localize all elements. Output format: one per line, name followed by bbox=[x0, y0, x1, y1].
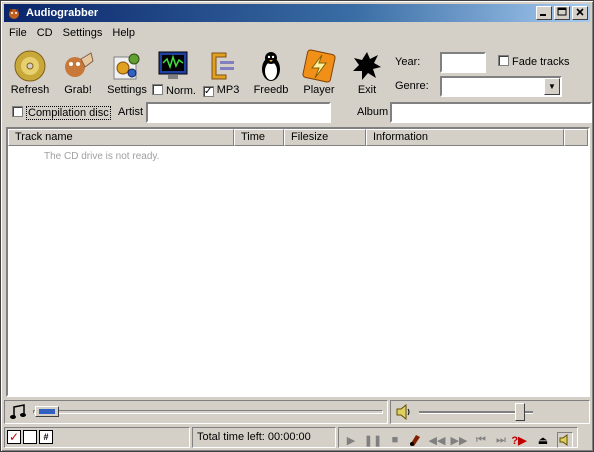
menu-file[interactable]: File bbox=[4, 27, 32, 39]
compilation-checkbox[interactable] bbox=[12, 106, 23, 117]
fast-forward-icon[interactable]: ▶▶ bbox=[451, 432, 468, 448]
freedb-button[interactable]: Freedb bbox=[250, 49, 292, 96]
clamp-icon bbox=[211, 52, 234, 80]
exit-splat-icon bbox=[353, 52, 381, 80]
position-slider-thumb[interactable] bbox=[35, 406, 59, 417]
selection-panel: ✓ # bbox=[4, 427, 190, 448]
total-time-text: Total time left: 00:00:00 bbox=[197, 431, 311, 443]
total-time-panel: Total time left: 00:00:00 bbox=[192, 427, 336, 448]
grab-button[interactable]: Grab! bbox=[58, 49, 98, 96]
maximize-button[interactable] bbox=[554, 6, 570, 20]
position-volume-row bbox=[4, 399, 592, 425]
pause-icon[interactable]: ❚❚ bbox=[364, 432, 382, 448]
empty-message: The CD drive is not ready. bbox=[44, 151, 160, 162]
volume-panel bbox=[390, 400, 590, 424]
close-button[interactable] bbox=[572, 6, 588, 20]
compilation-label: Compilation disc bbox=[26, 106, 111, 120]
norm-label: Norm. bbox=[166, 85, 196, 97]
title-bar[interactable]: Audiograbber bbox=[4, 4, 590, 22]
mp3-checkbox[interactable]: ✓ bbox=[202, 86, 214, 97]
freedb-label: Freedb bbox=[253, 84, 289, 96]
refresh-label: Refresh bbox=[10, 84, 50, 96]
column-filesize[interactable]: Filesize bbox=[284, 129, 366, 146]
monitor-waveform-icon bbox=[158, 51, 188, 79]
rewind-icon[interactable]: ◀◀ bbox=[429, 432, 446, 448]
compilation-option[interactable]: Compilation disc bbox=[12, 106, 111, 120]
genre-select[interactable]: ▼ bbox=[440, 76, 562, 97]
menu-settings[interactable]: Settings bbox=[58, 27, 108, 39]
mute-speaker-icon[interactable] bbox=[557, 432, 573, 448]
previous-track-icon[interactable]: ⏮ bbox=[473, 432, 489, 448]
track-list-header: Track name Time Filesize Information bbox=[8, 129, 588, 146]
year-label: Year: bbox=[395, 56, 421, 68]
stop-icon[interactable]: ■ bbox=[387, 432, 403, 448]
album-input[interactable] bbox=[390, 102, 592, 123]
grab-label: Grab! bbox=[64, 84, 92, 96]
next-track-icon[interactable]: ⏭ bbox=[493, 432, 509, 448]
cd-icon bbox=[14, 50, 46, 82]
uncheck-all-icon[interactable] bbox=[23, 430, 37, 444]
audiograbber-window: Audiograbber File CD Settings Help Refre… bbox=[0, 0, 594, 452]
position-track bbox=[33, 410, 383, 414]
player-label: Player bbox=[303, 84, 335, 96]
status-bar: ✓ # Total time left: 00:00:00 ▶ ❚❚ ■ ◀◀ … bbox=[4, 426, 592, 449]
winamp-bolt-icon bbox=[302, 49, 336, 83]
grab-track-icon[interactable] bbox=[407, 432, 423, 448]
chevron-down-icon[interactable]: ▼ bbox=[544, 78, 560, 95]
norm-checkbox[interactable] bbox=[152, 84, 163, 95]
player-button[interactable]: Player bbox=[300, 49, 338, 96]
normalize-toggle[interactable]: Norm. bbox=[152, 49, 196, 97]
year-input[interactable] bbox=[440, 52, 486, 73]
fade-tracks-checkbox[interactable] bbox=[498, 55, 509, 66]
fade-tracks-option[interactable]: Fade tracks bbox=[498, 55, 569, 68]
menu-help[interactable]: Help bbox=[107, 27, 140, 39]
menu-cd[interactable]: CD bbox=[32, 27, 58, 39]
fade-tracks-label: Fade tracks bbox=[512, 56, 570, 68]
menu-bar: File CD Settings Help bbox=[4, 23, 140, 42]
mp3-toggle[interactable]: ✓ MP3 bbox=[200, 49, 242, 97]
settings-label: Settings bbox=[107, 84, 147, 96]
column-track-name[interactable]: Track name bbox=[8, 129, 234, 146]
artist-label: Artist bbox=[118, 106, 144, 118]
penguin-icon bbox=[262, 52, 280, 81]
genre-label: Genre: bbox=[395, 80, 429, 92]
random-play-icon[interactable]: ?▶ bbox=[511, 432, 527, 448]
grab-hand-icon bbox=[65, 52, 94, 77]
check-all-icon[interactable]: ✓ bbox=[7, 430, 21, 444]
music-notes-icon bbox=[10, 404, 26, 419]
volume-slider-thumb[interactable] bbox=[515, 403, 525, 421]
refresh-button[interactable]: Refresh bbox=[8, 49, 52, 96]
settings-gears-icon bbox=[113, 53, 140, 80]
column-time[interactable]: Time bbox=[234, 129, 284, 146]
column-filler bbox=[564, 129, 588, 146]
track-list[interactable]: Track name Time Filesize Information The… bbox=[6, 127, 590, 397]
column-information[interactable]: Information bbox=[366, 129, 564, 146]
exit-label: Exit bbox=[357, 84, 377, 96]
toolbar: Refresh Grab! Settings Norm. ✓ MP3 Freedb… bbox=[4, 45, 592, 99]
position-panel bbox=[4, 400, 388, 424]
mp3-label: MP3 bbox=[216, 84, 240, 96]
app-icon bbox=[6, 6, 22, 20]
minimize-button[interactable] bbox=[536, 6, 552, 20]
player-controls-panel: ▶ ❚❚ ■ ◀◀ ▶▶ ⏮ ⏭ ?▶ ⏏ bbox=[338, 427, 578, 448]
exit-button[interactable]: Exit bbox=[348, 49, 386, 96]
artist-input[interactable] bbox=[146, 102, 331, 123]
window-title: Audiograbber bbox=[26, 7, 99, 19]
invert-selection-icon[interactable]: # bbox=[39, 430, 53, 444]
disc-info-row: Compilation disc Artist Album bbox=[4, 101, 592, 125]
eject-icon[interactable]: ⏏ bbox=[535, 432, 551, 448]
play-icon[interactable]: ▶ bbox=[343, 432, 359, 448]
album-label: Album bbox=[357, 106, 389, 118]
settings-button[interactable]: Settings bbox=[104, 49, 150, 96]
speaker-icon bbox=[396, 404, 410, 420]
